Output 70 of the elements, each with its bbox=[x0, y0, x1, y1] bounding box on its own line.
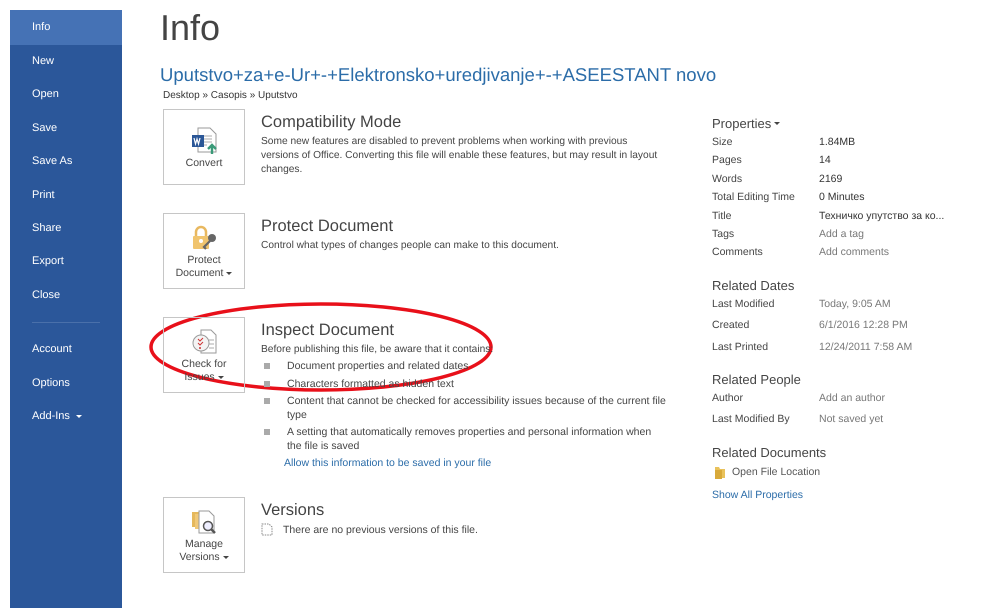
sidebar-item[interactable]: Export bbox=[10, 245, 122, 279]
property-value: 6/1/2016 12:28 PM bbox=[819, 319, 909, 333]
sidebar-item[interactable]: Account bbox=[10, 333, 122, 367]
property-value: 1.84MB bbox=[819, 136, 856, 150]
property-label: Author bbox=[712, 392, 744, 406]
sidebar-item[interactable]: Close bbox=[10, 278, 122, 312]
bullet-icon bbox=[264, 363, 270, 369]
property-label: Last Modified bbox=[712, 298, 776, 312]
section-heading: Related Dates bbox=[712, 278, 796, 293]
property-value: 0 Minutes bbox=[819, 191, 866, 205]
property-label: Tags bbox=[712, 228, 736, 242]
sidebar-item[interactable]: Info bbox=[10, 10, 122, 45]
property-value: Today, 9:05 AM bbox=[819, 298, 892, 312]
sidebar-item[interactable]: Share bbox=[10, 212, 122, 246]
property-label: Total Editing Time bbox=[712, 191, 796, 205]
caret-icon bbox=[222, 556, 229, 559]
open-file-location-button[interactable]: Open File Location bbox=[714, 464, 950, 479]
property-label: Title bbox=[712, 210, 732, 224]
versions-note: There are no previous versions of this file. bbox=[283, 524, 478, 536]
caret-icon bbox=[774, 122, 780, 125]
property-label: Last Printed bbox=[712, 340, 770, 354]
property-label: Created bbox=[712, 319, 750, 333]
sidebar-item[interactable]: Print bbox=[10, 178, 122, 212]
bullet-text: Content that cannot be checked for accessibility issues because of the current file type bbox=[287, 395, 666, 422]
property-label: Words bbox=[712, 172, 744, 186]
property-value[interactable]: Add a tag bbox=[819, 228, 950, 242]
show-all-properties-link[interactable]: Show All Properties bbox=[712, 488, 950, 501]
section-heading: Related Documents bbox=[712, 444, 828, 460]
property-value: Add an author bbox=[819, 392, 886, 406]
sidebar-item[interactable]: Add-Ins bbox=[10, 400, 122, 434]
property-value: Not saved yet bbox=[819, 413, 884, 427]
manage-versions-button[interactable]: Manage Versions bbox=[163, 497, 245, 573]
section-heading: Versions bbox=[261, 501, 326, 520]
bullet-icon bbox=[264, 398, 270, 404]
property-label: Last Modified By bbox=[712, 413, 791, 427]
sidebar-item[interactable]: New bbox=[10, 45, 122, 78]
bullet-text: A setting that automatically removes properties and personal information when the file is saved bbox=[287, 426, 652, 453]
property-label: Size bbox=[712, 136, 734, 150]
protect-document-button[interactable]: Protect Document bbox=[163, 213, 245, 289]
word-document-icon bbox=[189, 126, 219, 156]
bullet-text: Document properties and related dates bbox=[287, 360, 469, 374]
section-description: Some new features are disabled to prevent problems when working with previous versions of Office. Converting this file will enable these features, but may result in layout changes. bbox=[261, 135, 658, 177]
caret-icon bbox=[76, 415, 82, 418]
property-value: 12/24/2011 7:58 AM bbox=[819, 340, 914, 354]
page-title: Info bbox=[160, 6, 222, 50]
section-heading: Protect Document bbox=[261, 217, 394, 236]
property-label: Comments bbox=[712, 246, 764, 260]
document-outline-icon bbox=[261, 523, 273, 536]
sidebar-item[interactable]: Options bbox=[10, 366, 122, 400]
allow-link[interactable]: Allow this information to be saved in your file bbox=[284, 457, 666, 469]
sidebar-item[interactable]: Save bbox=[10, 112, 122, 146]
bullet-icon bbox=[264, 380, 270, 386]
property-value[interactable]: Add comments bbox=[819, 246, 950, 260]
file-path: Desktop » Casopis » Uputstvo bbox=[163, 90, 299, 101]
convert-button[interactable]: Convert bbox=[163, 109, 245, 185]
property-value: 2169 bbox=[819, 172, 844, 186]
property-value: 14 bbox=[819, 154, 832, 168]
section-heading: Compatibility Mode bbox=[261, 113, 402, 132]
properties-heading[interactable]: Properties bbox=[712, 116, 950, 131]
folder-icon bbox=[714, 464, 726, 479]
sidebar-item[interactable]: Save As bbox=[10, 145, 122, 179]
sidebar-item[interactable]: Open bbox=[10, 78, 122, 112]
property-value: Техничко упутство за ко... bbox=[819, 210, 946, 224]
property-label: Pages bbox=[712, 154, 743, 168]
section-heading: Inspect Document bbox=[261, 321, 395, 340]
bullet-icon bbox=[264, 429, 270, 435]
section-description: Control what types of changes people can make to this document. bbox=[261, 239, 560, 253]
caret-icon bbox=[218, 376, 224, 379]
caret-icon bbox=[226, 272, 232, 275]
section-heading: Related People bbox=[712, 372, 802, 388]
